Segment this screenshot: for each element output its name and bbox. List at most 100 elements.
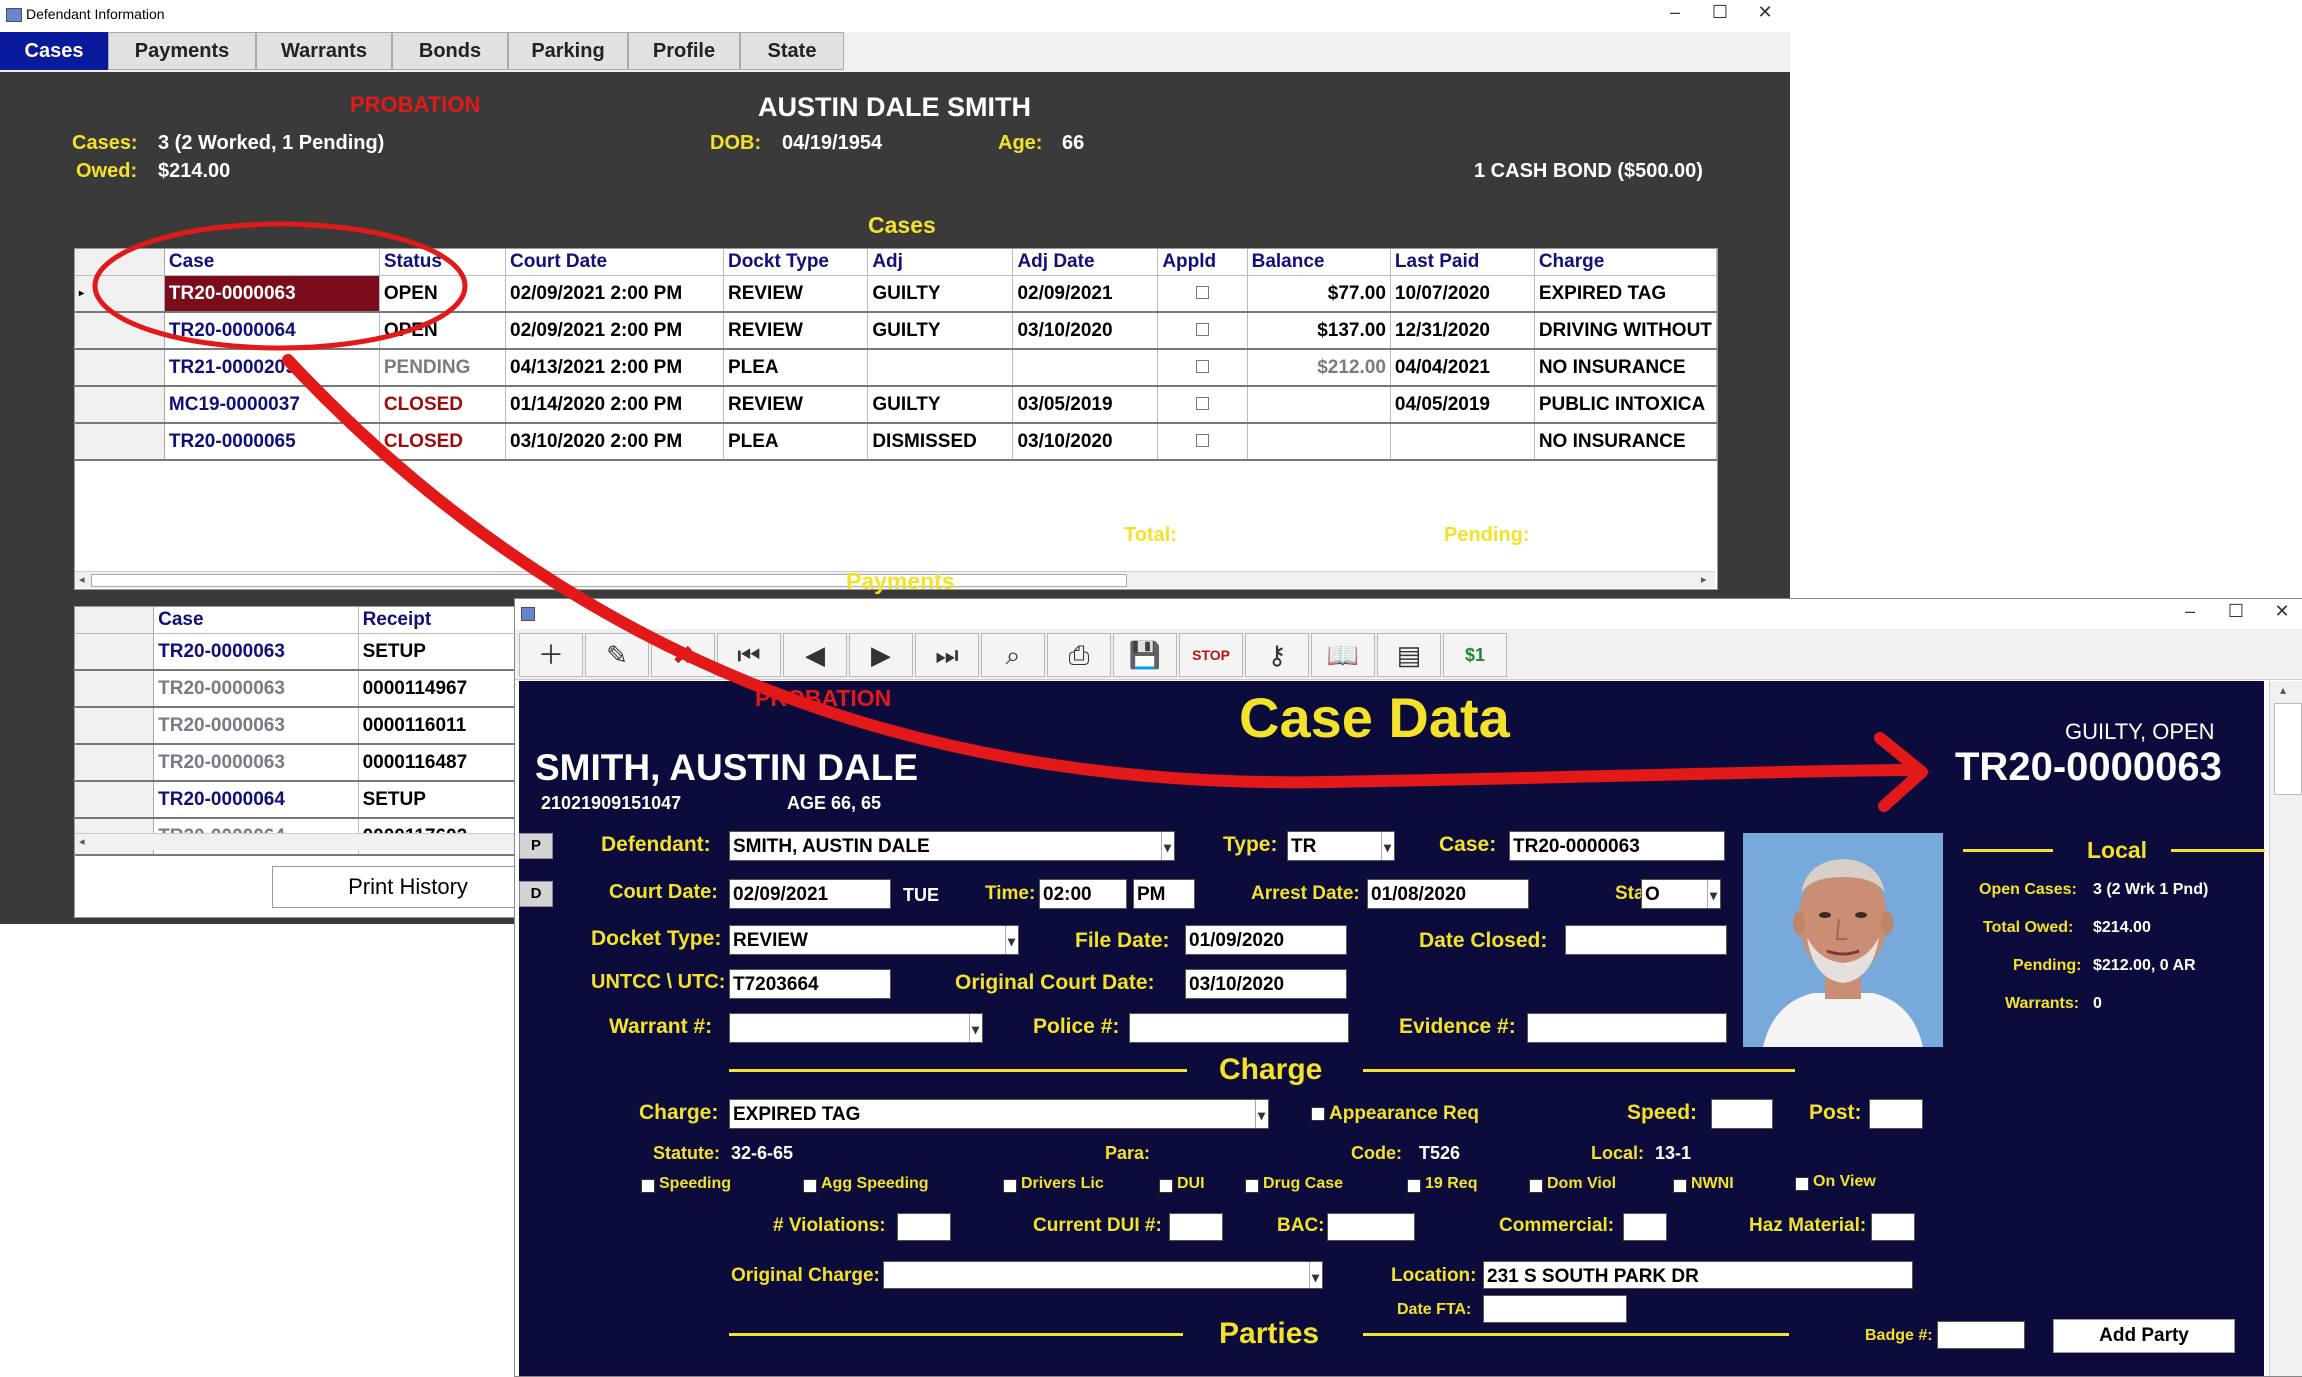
adj-date-cell[interactable]: 03/05/2019	[1012, 386, 1159, 424]
adj-date-cell[interactable]	[1012, 349, 1159, 387]
scrollbar-thumb[interactable]	[91, 574, 1127, 587]
tab-payments[interactable]: Payments	[108, 32, 256, 70]
ampm-field[interactable]: PM	[1133, 879, 1195, 909]
appld-checkbox[interactable]	[1195, 433, 1209, 447]
appld-checkbox[interactable]	[1195, 396, 1209, 410]
edit-icon[interactable]: ✎	[585, 633, 649, 677]
adj-cell[interactable]: GUILTY	[867, 312, 1014, 350]
row-selector[interactable]	[75, 670, 155, 708]
nwni-checkbox[interactable]	[1673, 1179, 1687, 1193]
dockt-type-cell[interactable]: REVIEW	[723, 275, 869, 313]
scroll-left-icon[interactable]: ◂	[79, 573, 85, 586]
receipt-cell[interactable]: 0000114967	[358, 670, 519, 708]
table-row[interactable]: TR20-0000063 SETUP	[75, 633, 519, 671]
tab-bonds[interactable]: Bonds	[392, 32, 508, 70]
dockt-type-cell[interactable]: PLEA	[723, 349, 869, 387]
court-date-cell[interactable]: 01/14/2020 2:00 PM	[505, 386, 724, 424]
court-date-cell[interactable]: 03/10/2020 2:00 PM	[505, 423, 724, 461]
table-row[interactable]: TR20-0000064 OPEN 02/09/2021 2:00 PM REV…	[75, 312, 1717, 350]
court-date-cell[interactable]: 02/09/2021 2:00 PM	[505, 275, 724, 313]
minimize-icon[interactable]: –	[1660, 2, 1690, 23]
case-cell[interactable]: TR20-0000065	[164, 423, 380, 461]
status-cell[interactable]: CLOSED	[379, 386, 507, 424]
receipt-cell[interactable]: SETUP	[358, 633, 519, 671]
print-history-button[interactable]: Print History	[272, 866, 544, 908]
charge-select[interactable]: EXPIRED TAG	[729, 1099, 1269, 1129]
d-button[interactable]: D	[519, 881, 553, 907]
charge-cell[interactable]: DRIVING WITHOUT	[1534, 312, 1717, 350]
scroll-right-icon[interactable]: ▸	[1701, 573, 1707, 586]
balance-cell[interactable]	[1247, 386, 1391, 424]
tab-profile[interactable]: Profile	[628, 32, 740, 70]
payment-case-cell[interactable]: TR20-0000063	[153, 707, 359, 745]
row-selector[interactable]	[75, 744, 155, 782]
haz-material-field[interactable]	[1871, 1213, 1915, 1241]
receipt-cell[interactable]: SETUP	[358, 781, 519, 819]
commercial-field[interactable]	[1623, 1213, 1667, 1241]
payment-case-cell[interactable]: TR20-0000063	[153, 744, 359, 782]
dockt-type-cell[interactable]: PLEA	[723, 423, 869, 461]
status-cell[interactable]: PENDING	[379, 349, 507, 387]
agg-speeding-checkbox[interactable]	[803, 1179, 817, 1193]
column-header[interactable]: Adj	[867, 249, 1014, 276]
charge-cell[interactable]: EXPIRED TAG	[1534, 275, 1717, 313]
tab-parking[interactable]: Parking	[508, 32, 628, 70]
vertical-scrollbar[interactable]: ▴	[2269, 681, 2302, 1376]
column-header[interactable]: Receipt	[358, 607, 519, 634]
court-date-cell[interactable]: 04/13/2021 2:00 PM	[505, 349, 724, 387]
post-field[interactable]	[1869, 1099, 1923, 1129]
case-cell[interactable]: MC19-0000037	[164, 386, 380, 424]
appld-checkbox[interactable]	[1195, 285, 1209, 299]
p-button[interactable]: P	[519, 833, 553, 859]
last-paid-cell[interactable]	[1390, 423, 1535, 461]
cabinet-icon[interactable]: ▤	[1377, 633, 1441, 677]
delete-icon[interactable]: ✖	[651, 633, 715, 677]
status-cell[interactable]: CLOSED	[379, 423, 507, 461]
defendant-select[interactable]: SMITH, AUSTIN DALE	[729, 831, 1175, 861]
court-date-field[interactable]: 02/09/2021	[729, 879, 891, 909]
scroll-left-icon[interactable]: ◂	[79, 835, 85, 848]
evidence-field[interactable]	[1527, 1013, 1727, 1043]
file-date-field[interactable]: 01/09/2020	[1185, 925, 1347, 955]
add-party-button[interactable]: Add Party	[2053, 1319, 2235, 1353]
money-icon[interactable]: $1	[1443, 633, 1507, 677]
table-row[interactable]: TR20-0000063 0000116011	[75, 707, 519, 745]
column-header[interactable]: Appld	[1157, 249, 1248, 276]
time-field[interactable]: 02:00	[1039, 879, 1127, 909]
appld-checkbox[interactable]	[1195, 359, 1209, 373]
case-cell[interactable]: TR20-0000064	[164, 312, 380, 350]
adj-cell[interactable]: GUILTY	[867, 275, 1014, 313]
dui-checkbox[interactable]	[1159, 1179, 1173, 1193]
court-date-cell[interactable]: 02/09/2021 2:00 PM	[505, 312, 724, 350]
drivers-lic-checkbox[interactable]	[1003, 1179, 1017, 1193]
column-header[interactable]: Last Paid	[1390, 249, 1535, 276]
table-row[interactable]: TR20-0000065 CLOSED 03/10/2020 2:00 PM P…	[75, 423, 1717, 461]
table-row[interactable]: TR20-0000063 0000116487	[75, 744, 519, 782]
tab-state[interactable]: State	[740, 32, 844, 70]
dockt-type-cell[interactable]: REVIEW	[723, 386, 869, 424]
row-selector[interactable]	[75, 349, 165, 387]
charge-cell[interactable]: PUBLIC INTOXICA	[1534, 386, 1717, 424]
status-select[interactable]: O	[1641, 879, 1721, 909]
balance-cell[interactable]: $77.00	[1247, 275, 1391, 313]
column-header[interactable]: Balance	[1247, 249, 1391, 276]
maximize-icon[interactable]: ☐	[2221, 601, 2251, 622]
close-icon[interactable]: ✕	[2267, 601, 2297, 622]
dom-viol-checkbox[interactable]	[1529, 1179, 1543, 1193]
row-selector-icon[interactable]: ▸	[75, 275, 165, 313]
row-selector[interactable]	[75, 386, 165, 424]
adj-date-cell[interactable]: 02/09/2021	[1012, 275, 1159, 313]
column-header[interactable]: Case	[164, 249, 380, 276]
case-cell[interactable]: TR20-0000063	[164, 275, 380, 313]
table-row[interactable]: TR20-0000064 SETUP	[75, 781, 519, 819]
date-closed-field[interactable]	[1565, 925, 1727, 955]
last-paid-cell[interactable]: 04/04/2021	[1390, 349, 1535, 387]
case-cell[interactable]: TR21-0000209	[164, 349, 380, 387]
minimize-icon[interactable]: –	[2175, 601, 2205, 622]
last-paid-cell[interactable]: 04/05/2019	[1390, 386, 1535, 424]
badge-field[interactable]	[1937, 1321, 2025, 1349]
previous-record-icon[interactable]: ◀	[783, 633, 847, 677]
case-number-field[interactable]: TR20-0000063	[1509, 831, 1725, 861]
first-record-icon[interactable]: ⏮	[717, 633, 781, 677]
payment-case-cell[interactable]: TR20-0000063	[153, 670, 359, 708]
